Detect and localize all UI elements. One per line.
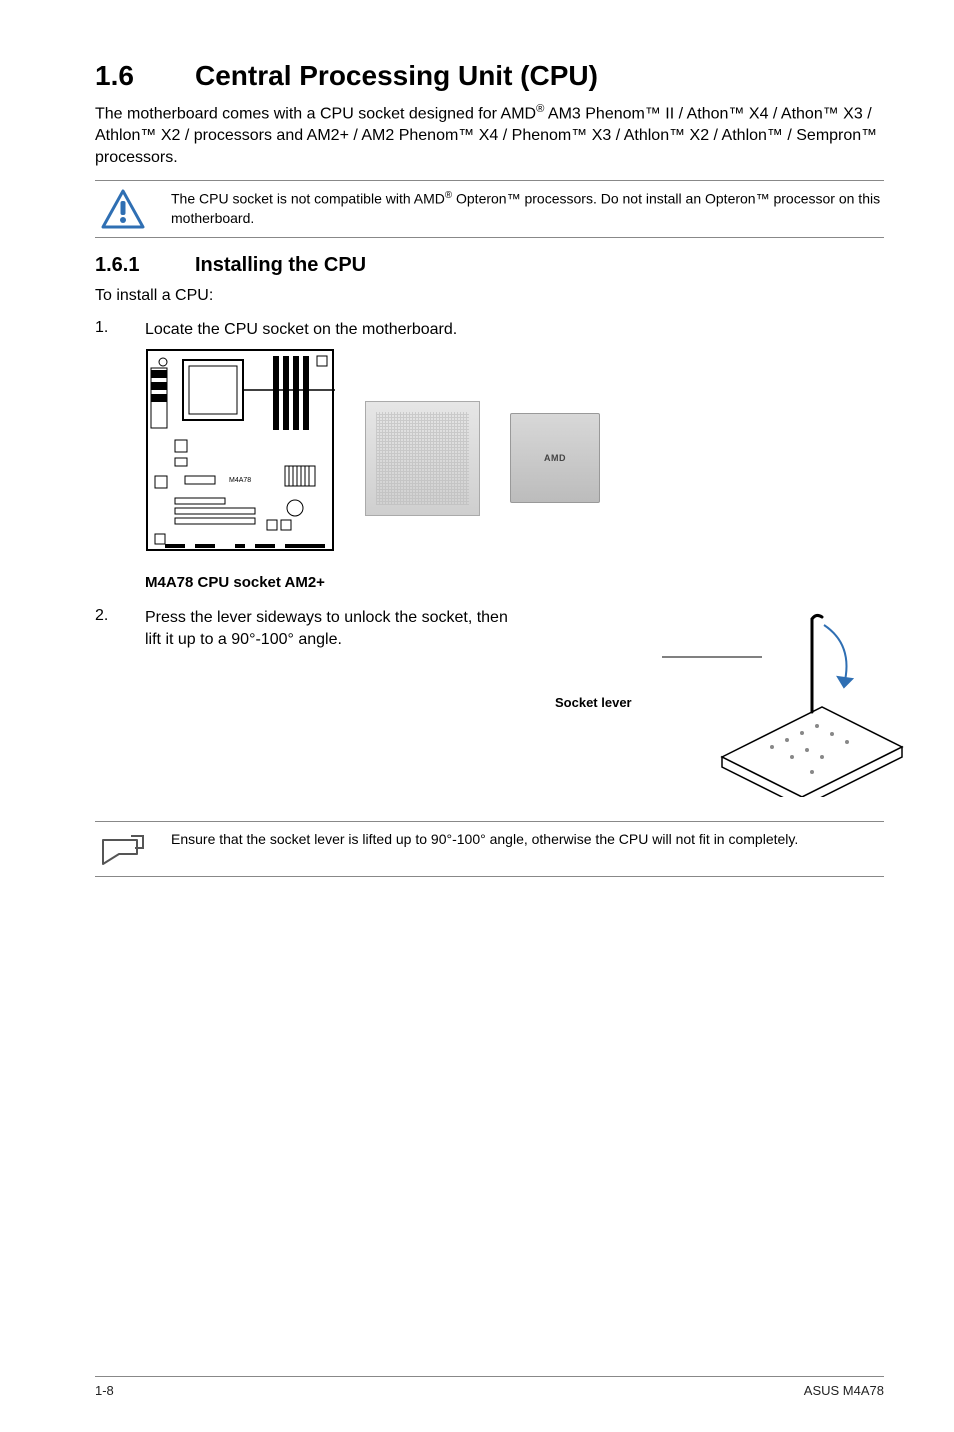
figure-1: M4A78	[145, 348, 884, 591]
page-number: 1-8	[95, 1383, 114, 1398]
step-number: 2.	[95, 607, 115, 650]
cpu-brand-label: AMD	[544, 453, 566, 463]
note-icon	[95, 830, 151, 868]
intro-text-pre: The motherboard comes with a CPU socket …	[95, 105, 536, 122]
cpu-chip-photo: AMD	[510, 413, 600, 503]
motherboard-diagram: M4A78	[145, 348, 335, 568]
step-number: 1.	[95, 319, 115, 341]
page-title: 1.6Central Processing Unit (CPU)	[95, 60, 884, 92]
warning-text-pre: The CPU socket is not compatible with AM…	[171, 191, 445, 207]
warning-callout: The CPU socket is not compatible with AM…	[95, 180, 884, 238]
subsection-heading: 1.6.1Installing the CPU	[95, 254, 884, 277]
note-text: Ensure that the socket lever is lifted u…	[171, 830, 884, 849]
intro-paragraph: The motherboard comes with a CPU socket …	[95, 102, 884, 168]
socket-lever-label: Socket lever	[555, 695, 632, 710]
caution-icon	[95, 189, 151, 229]
socket-lever-diagram	[662, 607, 912, 797]
warning-text: The CPU socket is not compatible with AM…	[171, 189, 884, 227]
step-text: Locate the CPU socket on the motherboard…	[145, 319, 884, 341]
page-footer: 1-8 ASUS M4A78	[95, 1376, 884, 1398]
figure-1-caption: M4A78 CPU socket AM2+	[145, 574, 884, 591]
note-callout: Ensure that the socket lever is lifted u…	[95, 821, 884, 877]
section-title: Central Processing Unit (CPU)	[195, 60, 598, 91]
footer-product: ASUS M4A78	[804, 1383, 884, 1398]
subsection-number: 1.6.1	[95, 254, 195, 277]
lead-text: To install a CPU:	[95, 285, 884, 307]
svg-text:M4A78: M4A78	[229, 477, 251, 484]
cpu-socket-photo	[365, 401, 480, 516]
step-2-row: 2. Press the lever sideways to unlock th…	[95, 607, 884, 797]
section-number: 1.6	[95, 60, 195, 92]
step-1: 1. Locate the CPU socket on the motherbo…	[95, 319, 884, 341]
step-text: Press the lever sideways to unlock the s…	[145, 607, 525, 650]
subsection-title: Installing the CPU	[195, 254, 366, 276]
